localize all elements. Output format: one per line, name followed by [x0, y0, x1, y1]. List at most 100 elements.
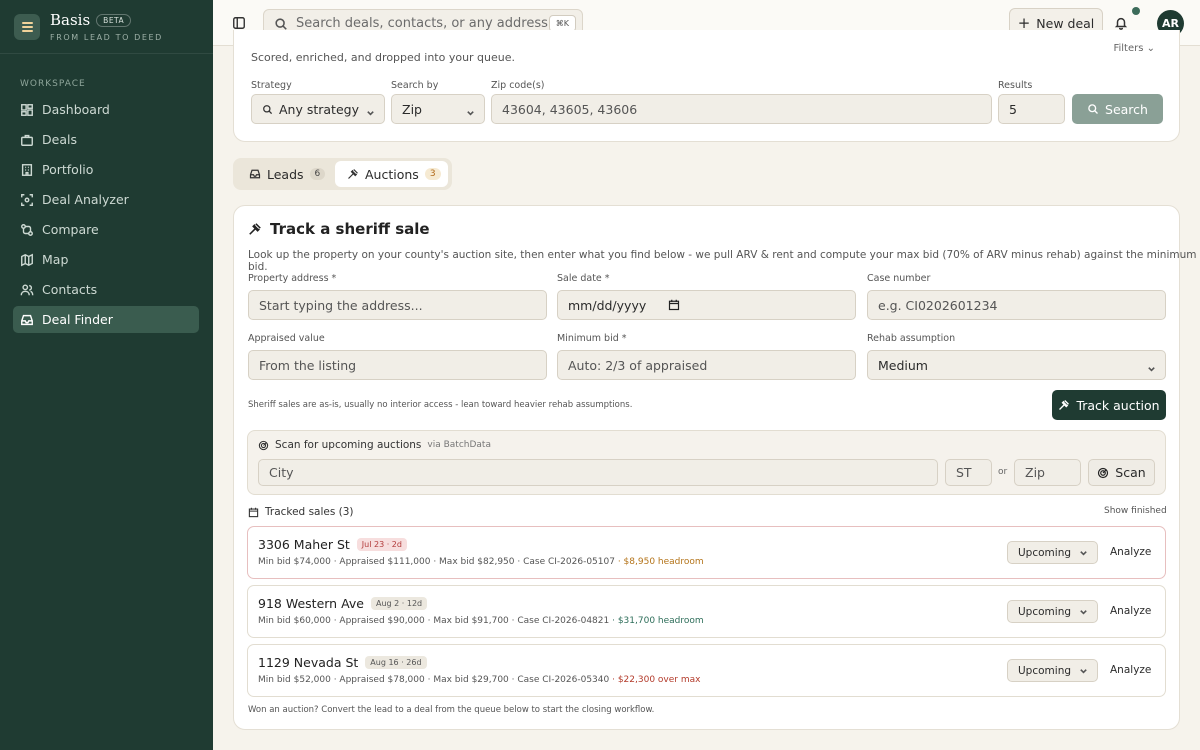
property-address-input[interactable]: Start typing the address... — [248, 290, 547, 320]
tab-leads-label: Leads — [267, 166, 304, 182]
zip-codes-input[interactable]: 43604, 43605, 43606 — [491, 94, 992, 124]
sidebar-item-dashboard[interactable]: Dashboard — [13, 96, 199, 123]
status-select[interactable]: Upcoming — [1007, 600, 1098, 623]
analyze-button[interactable]: Analyze — [1110, 605, 1151, 617]
search-button-label: Search — [1105, 101, 1148, 117]
appraised-label: Appraised value — [248, 333, 325, 344]
table-row[interactable]: 1129 Nevada St Aug 16 · 26d Min bid $52,0… — [247, 644, 1166, 697]
zip-codes-label: Zip code(s) — [491, 80, 545, 91]
brand: Basis BETA FROM LEAD TO DEED — [0, 0, 213, 54]
search-icon — [1088, 104, 1098, 114]
analyze-button[interactable]: Analyze — [1110, 664, 1151, 676]
sale-date-label: Sale date * — [557, 273, 610, 284]
scan-auctions-panel: Scan for upcoming auctions via BatchData… — [247, 430, 1166, 495]
scan-via: via BatchData — [427, 440, 491, 450]
sheriff-sale-title: Track a sheriff sale — [248, 220, 430, 238]
scan-zip-input[interactable]: Zip — [1014, 459, 1081, 486]
sidebar-item-portfolio[interactable]: Portfolio — [13, 156, 199, 183]
sidebar-item-contacts[interactable]: Contacts — [13, 276, 199, 303]
sidebar-nav: Dashboard Deals Portfolio Deal Analyzer … — [13, 96, 199, 336]
gavel-icon — [249, 223, 261, 235]
search-placeholder: Search deals, contacts, or any address..… — [296, 16, 561, 31]
sheriff-sale-description: Look up the property on your county's au… — [248, 249, 1197, 273]
minimum-bid-input[interactable]: Auto: 2/3 of appraised — [557, 350, 856, 380]
table-row[interactable]: 918 Western Ave Aug 2 · 12d Min bid $60,0… — [247, 585, 1166, 638]
sidebar-toggle-button[interactable] — [231, 15, 247, 31]
scan-title: Scan for upcoming auctions via BatchData — [258, 439, 491, 451]
inbox-icon — [249, 169, 261, 179]
brand-name: Basis — [50, 11, 91, 29]
bell-icon — [1114, 17, 1128, 30]
analyze-button[interactable]: Analyze — [1110, 546, 1151, 558]
sidebar-item-compare[interactable]: Compare — [13, 216, 199, 243]
workspace-label: WORKSPACE — [20, 79, 86, 89]
appraised-value-input[interactable]: From the listing — [248, 350, 547, 380]
logo-icon — [14, 13, 40, 40]
sale-details: Min bid $74,000 · Appraised $111,000 · M… — [258, 557, 615, 567]
sale-headroom: · $8,950 headroom — [617, 557, 704, 567]
sidebar-toggle-icon — [233, 17, 245, 29]
results-input[interactable]: 5 — [998, 94, 1065, 124]
sidebar-item-label: Map — [42, 252, 69, 267]
sale-date-input[interactable]: mm/dd/yyyy — [557, 290, 856, 320]
appraised-placeholder: From the listing — [259, 357, 357, 373]
results-value: 5 — [1009, 101, 1017, 117]
tab-auctions[interactable]: Auctions 3 — [335, 161, 448, 187]
sidebar-item-label: Deal Analyzer — [42, 192, 129, 207]
track-auction-label: Track auction — [1076, 397, 1160, 413]
strategy-select[interactable]: Any strategy — [251, 94, 385, 124]
scan-button-label: Scan — [1115, 465, 1146, 480]
scan-button[interactable]: Scan — [1088, 459, 1155, 486]
briefcase-icon — [21, 134, 33, 146]
zip-codes-placeholder: 43604, 43605, 43606 — [502, 101, 638, 117]
case-number-input[interactable]: e.g. CI0202601234 — [867, 290, 1166, 320]
sale-date-placeholder: mm/dd/yyyy — [568, 297, 647, 313]
show-finished-toggle[interactable]: Show finished — [1104, 506, 1167, 516]
sale-over-max: · $22,300 over max — [612, 675, 701, 685]
chevron-down-icon — [1079, 549, 1087, 557]
tab-leads[interactable]: Leads 6 — [237, 161, 327, 187]
chevron-down-icon — [366, 106, 374, 116]
sidebar-item-map[interactable]: Map — [13, 246, 199, 273]
address-label: Property address * — [248, 273, 337, 284]
state-input[interactable]: ST — [945, 459, 992, 486]
chevron-down-icon: ⌄ — [1146, 43, 1155, 54]
city-input[interactable]: City — [258, 459, 938, 486]
sale-details: Min bid $60,000 · Appraised $90,000 · Ma… — [258, 616, 610, 626]
chevron-down-icon — [1079, 608, 1087, 616]
lead-finder-card: Scored, enriched, and dropped into your … — [233, 30, 1180, 142]
table-row[interactable]: 3306 Maher St Jul 23 · 2d Min bid $74,000… — [247, 526, 1166, 579]
brand-tagline: FROM LEAD TO DEED — [50, 33, 163, 42]
status-value: Upcoming — [1018, 546, 1072, 559]
filters-button[interactable]: Filters ⌄ — [1113, 43, 1155, 54]
radar-icon — [258, 440, 269, 450]
scan-zip-placeholder: Zip — [1025, 465, 1045, 480]
sale-date-badge: Aug 16 · 26d — [365, 656, 427, 669]
tab-leads-count: 6 — [309, 168, 326, 180]
tab-auctions-count: 3 — [424, 168, 441, 180]
new-deal-label: New deal — [1036, 15, 1095, 31]
building-icon — [21, 163, 33, 176]
status-value: Upcoming — [1018, 664, 1072, 677]
results-label: Results — [998, 80, 1033, 91]
search-by-select[interactable]: Zip — [391, 94, 485, 124]
sidebar-item-deals[interactable]: Deals — [13, 126, 199, 153]
beta-badge: BETA — [96, 13, 132, 27]
compare-icon — [21, 223, 33, 236]
search-button[interactable]: Search — [1072, 94, 1163, 124]
tracked-sales-title-text: Tracked sales (3) — [265, 506, 354, 518]
track-auction-button[interactable]: Track auction — [1052, 390, 1166, 420]
sidebar-item-deal-finder[interactable]: Deal Finder — [13, 306, 199, 333]
case-number-label: Case number — [867, 273, 931, 284]
inbox-icon — [21, 314, 33, 325]
chevron-down-icon — [1079, 667, 1087, 675]
status-select[interactable]: Upcoming — [1007, 659, 1098, 682]
status-select[interactable]: Upcoming — [1007, 541, 1098, 564]
min-bid-placeholder: Auto: 2/3 of appraised — [568, 357, 708, 373]
rehab-assumption-select[interactable]: Medium — [867, 350, 1166, 380]
sidebar-item-label: Compare — [42, 222, 99, 237]
strategy-label: Strategy — [251, 80, 292, 91]
dashboard-icon — [21, 103, 33, 116]
sidebar-item-label: Deal Finder — [42, 312, 113, 327]
sidebar-item-deal-analyzer[interactable]: Deal Analyzer — [13, 186, 199, 213]
